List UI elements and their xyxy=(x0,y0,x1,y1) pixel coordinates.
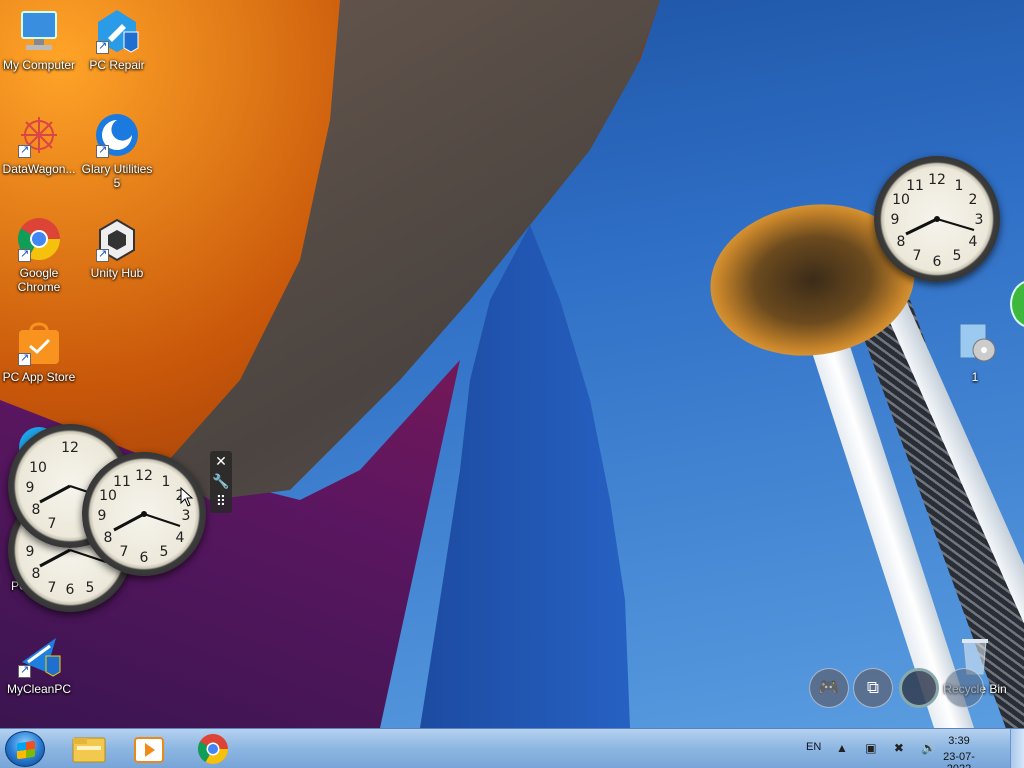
pc-app-store-icon xyxy=(16,320,62,366)
media-player-icon xyxy=(134,737,164,763)
start-button[interactable] xyxy=(5,731,45,767)
pc-repair-icon xyxy=(94,8,140,54)
icon-label: PC Repair xyxy=(89,58,145,72)
clock-numeral: 5 xyxy=(953,248,962,264)
icon-label: PC App Store xyxy=(2,370,76,384)
clock-numeral: 2 xyxy=(969,192,978,208)
chrome-icon xyxy=(16,216,62,262)
clock-numeral: 5 xyxy=(86,580,95,596)
gadget-toolbar: ✕ 🔧 ⠿ xyxy=(210,451,232,513)
clock-numeral: 6 xyxy=(933,254,942,270)
close-icon[interactable]: ✕ xyxy=(210,451,232,471)
clock-numeral: 9 xyxy=(98,508,107,524)
shortcut-arrow-icon xyxy=(18,663,31,678)
clock-numeral: 3 xyxy=(975,212,984,228)
desktop-icon-datawagon[interactable]: DataWagon... xyxy=(0,112,78,176)
clock-numeral: 1 xyxy=(955,178,964,194)
taskbar-windows-explorer[interactable] xyxy=(62,732,116,766)
icon-label: DataWagon... xyxy=(2,162,76,176)
clock-numeral: 6 xyxy=(66,582,75,598)
mycleanpc-icon xyxy=(16,632,62,678)
clock-numeral: 1 xyxy=(162,474,171,490)
clock-numeral: 10 xyxy=(99,488,117,504)
clock-gadget[interactable]: 12 1 2 3 4 5 6 7 8 9 10 11 xyxy=(874,156,1000,282)
drag-grid-icon[interactable]: ⠿ xyxy=(210,491,232,511)
setup-installer-icon xyxy=(952,320,998,366)
window-restore-icon: ⧉ xyxy=(866,678,880,697)
shortcut-arrow-icon xyxy=(96,39,109,54)
clock-numeral: 5 xyxy=(160,544,169,560)
desktop[interactable]: My Computer PC Repair DataWagon... Glary… xyxy=(0,0,1024,728)
taskbar-date[interactable]: 23-07-2022 xyxy=(932,751,986,768)
clock-numeral: 11 xyxy=(113,474,131,490)
clock-numeral: 6 xyxy=(140,550,149,566)
desktop-icon-1[interactable]: 1 xyxy=(936,320,1014,384)
clock-face: 12 1 2 3 4 5 6 7 8 9 10 11 xyxy=(891,172,984,270)
unity-hub-icon xyxy=(94,216,140,262)
shortcut-arrow-icon xyxy=(18,351,31,366)
language-indicator[interactable]: EN xyxy=(806,741,821,753)
gamepad-icon: 🎮 xyxy=(818,678,840,697)
desktop-icon-pc-repair[interactable]: PC Repair xyxy=(78,8,156,72)
show-desktop-button[interactable] xyxy=(1010,729,1024,768)
desktop-icon-glary-utilities[interactable]: Glary Utilities 5 xyxy=(78,112,156,190)
gamepad-button[interactable]: 🎮 xyxy=(809,668,849,708)
icon-label: MyCleanPC xyxy=(6,682,72,696)
clock-numeral: 9 xyxy=(26,480,35,496)
clock-numeral: 7 xyxy=(48,516,57,532)
glary-utilities-icon xyxy=(94,112,140,158)
desktop-icon-pc-app-store[interactable]: PC App Store xyxy=(0,320,78,384)
extra-floating-button[interactable] xyxy=(944,668,984,708)
system-tray-icons[interactable]: ▲ ▣ ✖ 🔊 xyxy=(836,741,943,755)
datawagon-icon xyxy=(16,112,62,158)
taskbar-chrome[interactable] xyxy=(186,732,240,766)
clock-numeral: 3 xyxy=(182,508,191,524)
window-restore-button[interactable]: ⧉ xyxy=(853,668,893,708)
clock-gadget-active[interactable]: 12 1 2 3 4 5 6 7 8 9 10 11 xyxy=(82,452,206,576)
icon-label: Unity Hub xyxy=(90,266,144,280)
clock-numeral: 7 xyxy=(120,544,129,560)
mouse-cursor-icon xyxy=(180,487,194,507)
clock-numeral: 10 xyxy=(29,460,47,476)
clock-numeral: 9 xyxy=(891,212,900,228)
taskbar-time[interactable]: 3:39 xyxy=(932,735,986,747)
clock-numeral: 7 xyxy=(48,580,57,596)
wrench-icon[interactable]: 🔧 xyxy=(210,471,232,491)
computer-icon xyxy=(16,8,62,54)
desktop-icon-mycleanpc[interactable]: MyCleanPC xyxy=(0,632,78,696)
clock-numeral: 4 xyxy=(969,234,978,250)
desktop-icon-unity-hub[interactable]: Unity Hub xyxy=(78,216,156,280)
icon-label: 1 xyxy=(971,370,979,384)
clock-numeral: 12 xyxy=(928,172,946,188)
clock-numeral: 8 xyxy=(897,234,906,250)
shortcut-arrow-icon xyxy=(96,143,109,158)
icon-label: Google Chrome xyxy=(17,266,61,294)
clock-numeral: 8 xyxy=(104,530,113,546)
taskbar-media-player[interactable] xyxy=(122,732,176,766)
clock-numeral: 8 xyxy=(32,502,41,518)
clock-numeral: 12 xyxy=(61,440,79,456)
chrome-icon xyxy=(197,734,228,765)
clock-numeral: 4 xyxy=(176,530,185,546)
clock-numeral: 10 xyxy=(892,192,910,208)
clock-numeral: 12 xyxy=(135,468,153,484)
shortcut-arrow-icon xyxy=(18,143,31,158)
clock-numeral: 7 xyxy=(913,248,922,264)
circle-button[interactable] xyxy=(899,668,939,708)
taskbar: EN ▲ ▣ ✖ 🔊 3:39 23-07-2022 xyxy=(0,728,1024,768)
clock-face: 12 1 2 3 4 5 6 7 8 9 10 11 xyxy=(98,468,191,566)
clock-numeral: 8 xyxy=(32,566,41,582)
desktop-icon-my-computer[interactable]: My Computer xyxy=(0,8,78,72)
windows-explorer-icon xyxy=(72,737,106,763)
shortcut-arrow-icon xyxy=(96,247,109,262)
icon-label: Glary Utilities 5 xyxy=(81,162,153,190)
shortcut-arrow-icon xyxy=(18,247,31,262)
desktop-icon-google-chrome[interactable]: Google Chrome xyxy=(0,216,78,294)
clock-numeral: 11 xyxy=(906,178,924,194)
icon-label: My Computer xyxy=(2,58,76,72)
